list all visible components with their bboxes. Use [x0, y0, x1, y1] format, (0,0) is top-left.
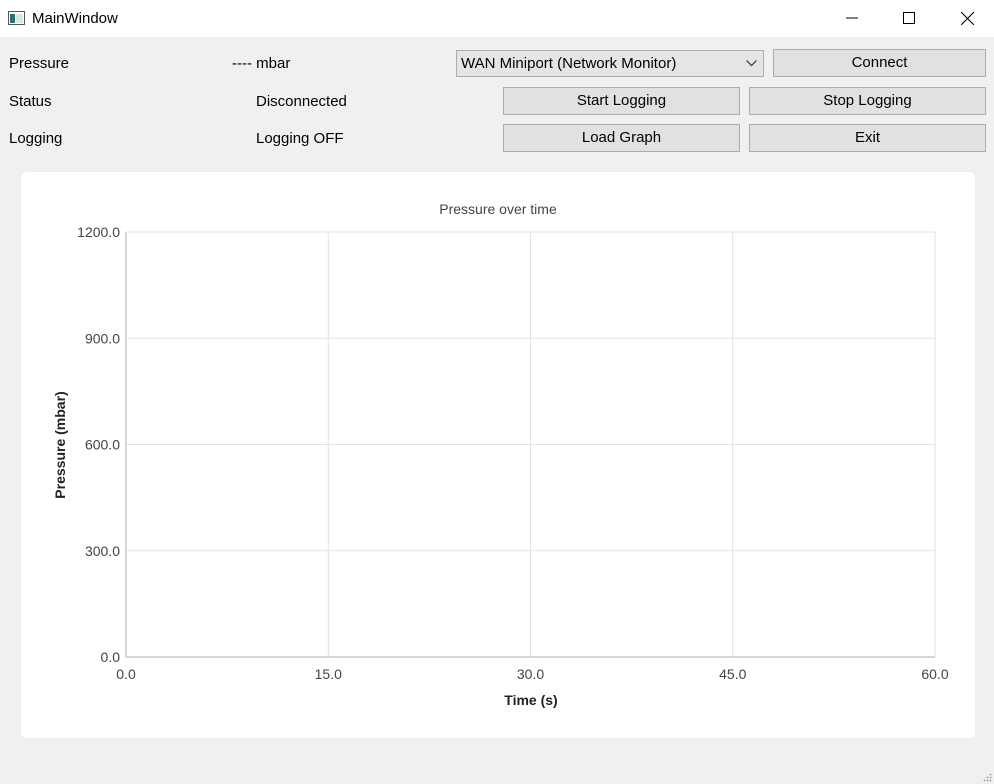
- title-bar: MainWindow: [0, 0, 994, 37]
- logging-label: Logging: [9, 130, 63, 147]
- x-tick-label: 15.0: [315, 666, 342, 682]
- y-tick-label: 1200.0: [77, 224, 120, 240]
- pressure-label: Pressure: [9, 55, 70, 72]
- load-graph-button[interactable]: Load Graph: [503, 124, 740, 152]
- pressure-chart: Pressure over time 0.0 15.0 30.0 45.0 60.00.…: [52, 201, 949, 708]
- x-axis-label: Time (s): [504, 692, 557, 708]
- chart-tick-labels: 0.0 15.0 30.0 45.0 60.0 0.0 300.0 600.0 900.0 120…: [77, 224, 949, 682]
- y-tick-label: 0.0: [101, 649, 121, 665]
- window-title: MainWindow: [32, 10, 118, 27]
- y-tick-label: 600.0: [85, 437, 120, 453]
- logging-value: Logging OFF: [256, 130, 344, 147]
- chevron-down-icon: [746, 60, 757, 67]
- app-window-icon: [8, 11, 25, 25]
- exit-button[interactable]: Exit: [749, 124, 986, 152]
- chart-panel: Pressure over time 0.0 15.0 30.0 45.0 60.0 0.…: [21, 172, 975, 738]
- minimize-button[interactable]: [823, 0, 881, 36]
- maximize-icon: [903, 12, 915, 24]
- x-tick-label: 0.0: [116, 666, 136, 682]
- x-tick-label: 45.0: [719, 666, 746, 682]
- minimize-icon: [846, 17, 858, 19]
- port-select-value: WAN Miniport (Network Monitor): [461, 55, 677, 72]
- x-tick-label: 30.0: [517, 666, 544, 682]
- close-button[interactable]: [938, 0, 994, 36]
- chart-title: Pressure over time: [439, 201, 557, 217]
- connect-button[interactable]: Connect: [773, 49, 986, 77]
- maximize-button[interactable]: [880, 0, 938, 36]
- y-tick-label: 900.0: [85, 330, 120, 346]
- y-tick-label: 300.0: [85, 543, 120, 559]
- stop-logging-button[interactable]: Stop Logging: [749, 87, 986, 115]
- resize-grip-icon[interactable]: [982, 772, 992, 782]
- port-select[interactable]: WAN Miniport (Network Monitor): [456, 50, 764, 77]
- pressure-value: ---- mbar: [232, 55, 291, 72]
- close-icon: [960, 11, 974, 25]
- start-logging-button[interactable]: Start Logging: [503, 87, 740, 115]
- y-axis-label: Pressure (mbar): [52, 391, 68, 498]
- status-value: Disconnected: [256, 93, 347, 110]
- x-tick-label: 60.0: [921, 666, 948, 682]
- status-label: Status: [9, 93, 52, 110]
- chart-grid: [125, 231, 936, 658]
